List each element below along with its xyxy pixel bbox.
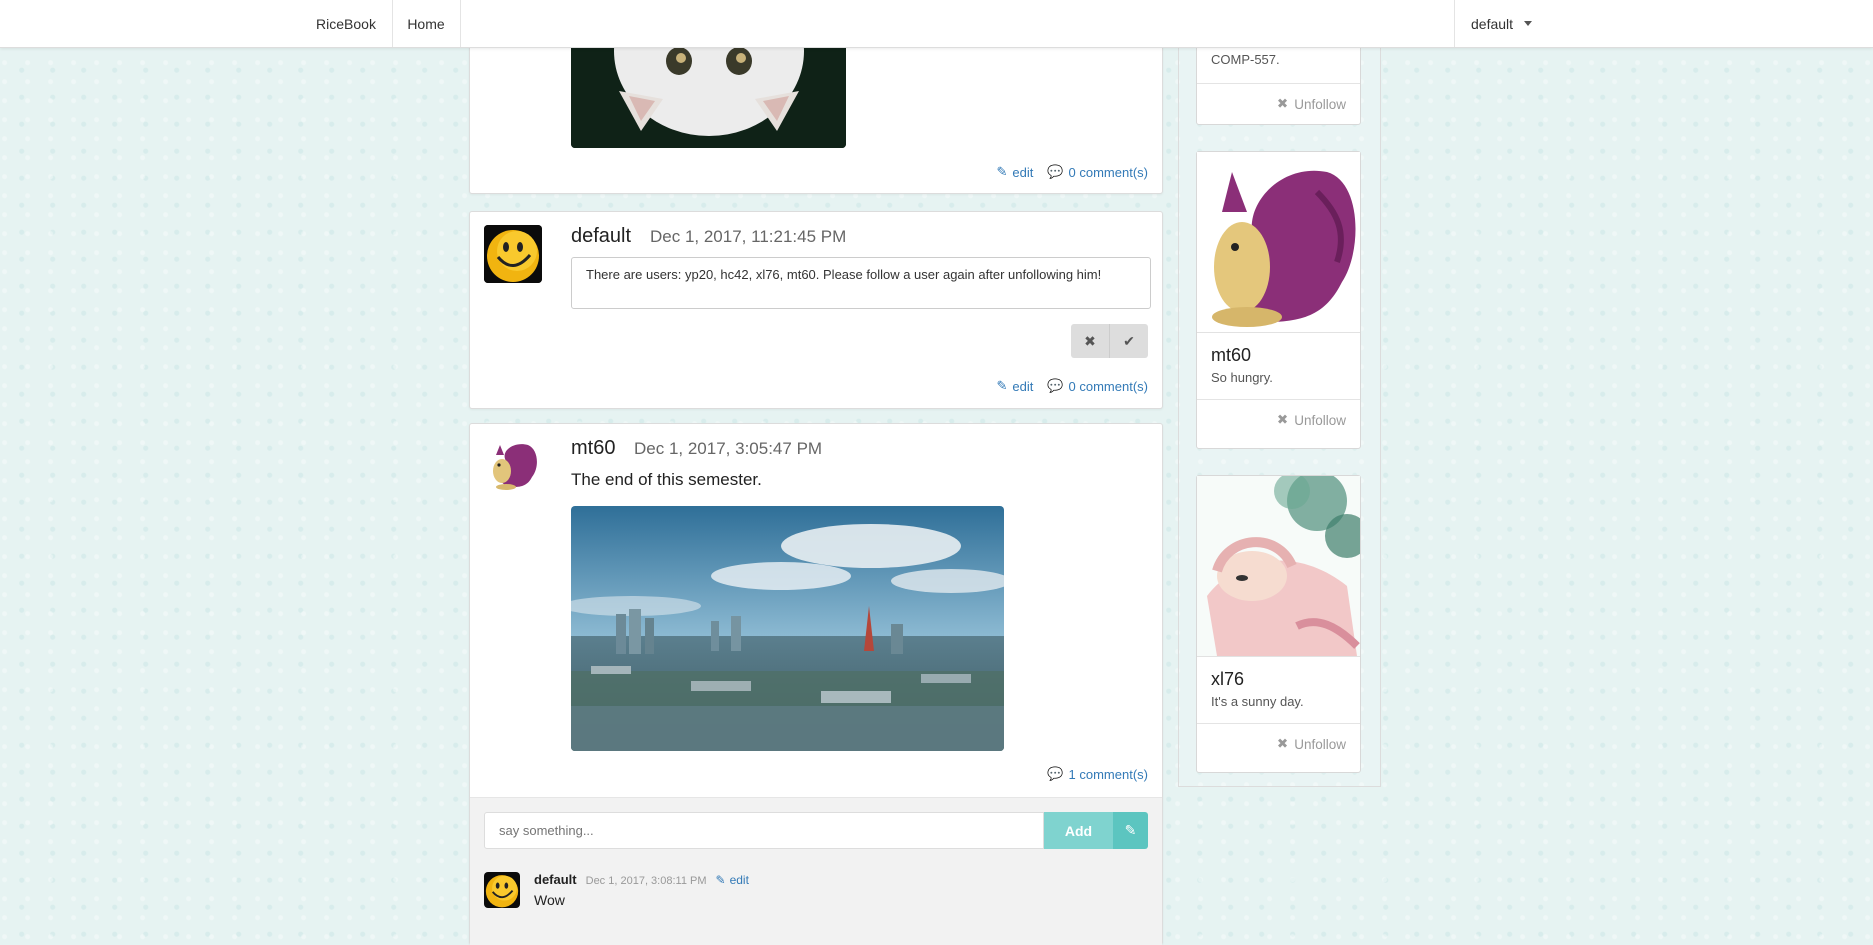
top-navbar: RiceBook Home default — [0, 0, 1873, 48]
following-status: So hungry. — [1211, 370, 1273, 385]
unfollow-label: Unfollow — [1294, 412, 1346, 428]
post-actions: ✎ edit 💬 0 comment(s) — [996, 164, 1148, 180]
unfollow-button[interactable]: ✖ Unfollow — [1197, 399, 1360, 440]
compose-comment-button[interactable]: ✎ — [1113, 812, 1148, 849]
unfollow-button[interactable]: ✖ Unfollow — [1197, 723, 1360, 764]
comment-icon: 💬 — [1047, 164, 1064, 179]
post-card: mt60 Dec 1, 2017, 3:05:47 PM The end of … — [469, 423, 1163, 945]
post-author: default — [571, 225, 632, 247]
post-author: mt60 — [571, 437, 616, 459]
post-text: The end of this semester. — [571, 470, 762, 489]
post-date: Dec 1, 2017, 11:21:45 PM — [650, 227, 847, 246]
close-icon: ✖ — [1276, 412, 1289, 427]
check-icon: ✔ — [1123, 332, 1135, 349]
comments-label: 1 comment(s) — [1068, 766, 1148, 782]
following-avatar — [1197, 476, 1360, 657]
user-dropdown-label: default — [1471, 15, 1514, 32]
confirm-edit-button[interactable]: ✔ — [1110, 324, 1148, 358]
unfollow-button[interactable]: ✖ Unfollow — [1197, 83, 1360, 124]
post-card: default Dec 1, 2017, 11:21:45 PM There a… — [469, 211, 1163, 409]
comment-date: Dec 1, 2017, 3:08:11 PM — [585, 875, 707, 887]
following-status: COMP-557. — [1211, 52, 1280, 67]
unfollow-label: Unfollow — [1294, 736, 1346, 752]
comment-header: default Dec 1, 2017, 3:08:11 PM ✎ edit — [534, 872, 749, 887]
unfollow-label: Unfollow — [1294, 96, 1346, 112]
post-image — [571, 506, 1004, 751]
comments-label: 0 comment(s) — [1068, 164, 1148, 180]
comment-input[interactable] — [484, 812, 1044, 849]
edit-actions: ✖ ✔ — [1071, 324, 1148, 358]
pencil-icon: ✎ — [715, 873, 726, 887]
pencil-icon: ✎ — [996, 164, 1008, 179]
pencil-icon: ✎ — [996, 378, 1008, 393]
edit-label: edit — [1012, 378, 1034, 394]
caret-down-icon — [1524, 21, 1533, 26]
comment-avatar — [484, 872, 520, 908]
edit-square-icon: ✎ — [1124, 822, 1137, 838]
comments-section: Add ✎ default Dec 1, 2017, 3:08:11 PM ✎ … — [470, 797, 1162, 945]
comments-link[interactable]: 💬 0 comment(s) — [1047, 378, 1148, 394]
edit-label: edit — [1012, 164, 1034, 180]
close-icon: ✖ — [1084, 332, 1096, 349]
comment-author: default — [534, 872, 577, 887]
following-card: mt60 So hungry. ✖ Unfollow — [1196, 151, 1361, 449]
add-comment-label: Add — [1064, 822, 1093, 839]
user-dropdown[interactable]: default — [1454, 0, 1873, 47]
post-actions: 💬 1 comment(s) — [1047, 766, 1148, 782]
comments-link[interactable]: 💬 0 comment(s) — [1047, 164, 1148, 180]
edit-comment-link[interactable]: ✎ edit — [716, 873, 749, 887]
brand-link[interactable]: RiceBook — [300, 0, 393, 47]
add-comment-button[interactable]: Add — [1044, 812, 1113, 849]
post-actions: ✎ edit 💬 0 comment(s) — [996, 378, 1148, 394]
close-icon: ✖ — [1276, 96, 1289, 111]
following-name: mt60 — [1211, 345, 1252, 365]
following-avatar — [1197, 152, 1360, 333]
avatar — [484, 437, 542, 495]
post-date: Dec 1, 2017, 3:05:47 PM — [634, 439, 823, 458]
comment-icon: 💬 — [1047, 378, 1064, 393]
comments-label: 0 comment(s) — [1068, 378, 1148, 394]
close-icon: ✖ — [1276, 736, 1289, 751]
edit-post-link[interactable]: ✎ edit — [996, 164, 1033, 180]
cancel-edit-button[interactable]: ✖ — [1071, 324, 1110, 358]
edit-post-link[interactable]: ✎ edit — [996, 378, 1033, 394]
comment-text: Wow — [534, 892, 565, 908]
post-edit-textarea[interactable]: There are users: yp20, hc42, xl76, mt60.… — [571, 257, 1151, 309]
following-name: xl76 — [1211, 669, 1245, 689]
comment-icon: 💬 — [1047, 766, 1064, 781]
comments-link[interactable]: 💬 1 comment(s) — [1047, 766, 1148, 782]
following-card: xl76 It's a sunny day. ✖ Unfollow — [1196, 475, 1361, 773]
edit-comment-label: edit — [729, 873, 749, 887]
following-status: It's a sunny day. — [1211, 694, 1304, 709]
nav-home-link[interactable]: Home — [392, 0, 461, 47]
avatar — [484, 225, 542, 283]
